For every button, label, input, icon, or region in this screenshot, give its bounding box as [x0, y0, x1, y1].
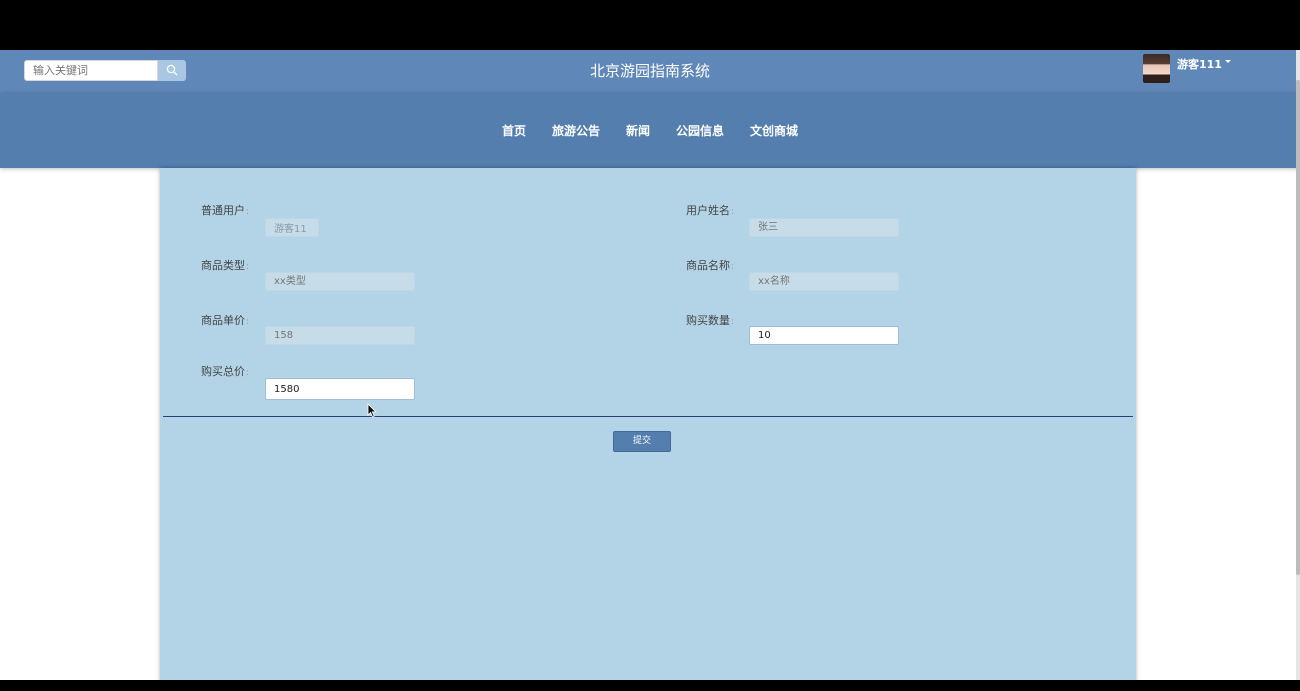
- quantity-input[interactable]: [749, 326, 899, 345]
- nav-item-news[interactable]: 新闻: [613, 122, 663, 139]
- type-label: 商品类型: [201, 257, 249, 273]
- quantity-label: 购买数量: [686, 312, 734, 328]
- nav-item-announcements[interactable]: 旅游公告: [539, 122, 613, 139]
- form-divider: [163, 416, 1133, 417]
- chevron-down-icon[interactable]: [1225, 60, 1231, 63]
- scrollbar-thumb[interactable]: [1296, 80, 1300, 575]
- user-field: [265, 218, 319, 237]
- user-label: 普通用户: [201, 202, 249, 218]
- type-field: [265, 272, 415, 291]
- main-nav: 首页 旅游公告 新闻 公园信息 文创商城: [0, 93, 1300, 168]
- name-field: [749, 218, 899, 237]
- name-label: 用户姓名: [686, 202, 734, 218]
- mouse-cursor-icon: [367, 403, 377, 418]
- total-label: 购买总价: [201, 363, 249, 379]
- scrollbar[interactable]: [1296, 50, 1300, 680]
- product-label: 商品名称: [686, 257, 734, 273]
- avatar[interactable]: [1143, 54, 1170, 83]
- product-field: [749, 272, 899, 291]
- total-input[interactable]: [265, 378, 415, 400]
- submit-button[interactable]: 提交: [613, 431, 671, 452]
- top-bar: 北京游园指南系统 游客111: [0, 50, 1300, 93]
- nav-item-shop[interactable]: 文创商城: [737, 122, 811, 139]
- nav-item-parks[interactable]: 公园信息: [663, 122, 737, 139]
- username[interactable]: 游客111: [1177, 56, 1222, 72]
- order-form: 普通用户 用户姓名 商品类型 商品名称 商品单价 购买数量 购买总价 提交: [160, 168, 1136, 680]
- browser-viewport: 北京游园指南系统 游客111 首页 旅游公告 新闻 公园信息 文创商城 普通用户…: [0, 50, 1300, 680]
- site-title: 北京游园指南系统: [589, 62, 710, 80]
- nav-item-home[interactable]: 首页: [489, 122, 539, 139]
- price-field: [265, 326, 415, 345]
- price-label: 商品单价: [201, 312, 249, 328]
